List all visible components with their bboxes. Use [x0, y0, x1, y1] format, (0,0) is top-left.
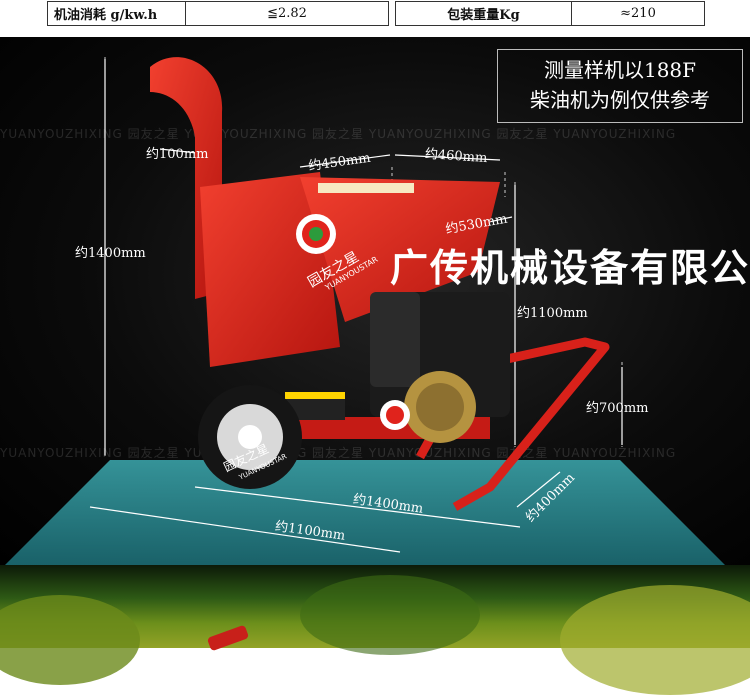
product-photo-panel: YUANYOUZHIXING 园友之星 YUANYOUZHIXING 园友之星 … [0, 37, 750, 565]
spec-value-oil-consumption: ≦2.82 [185, 1, 389, 26]
dim-engine-height: 约1100mm [517, 306, 588, 321]
spec-row: 机油消耗 g/kw.h ≦2.82 包装重量Kg ≈210 [47, 1, 705, 26]
spec-value-package-weight: ≈210 [571, 1, 705, 26]
floor-platform [5, 460, 725, 565]
company-name: 广传机械设备有限公司 [390, 246, 750, 290]
reference-notice: 测量样机以188F 柴油机为例仅供参考 [497, 49, 743, 123]
notice-line-1: 测量样机以188F [543, 58, 697, 82]
dim-chute-width: 约100mm [146, 147, 209, 162]
spec-label-package-weight: 包装重量Kg [395, 1, 572, 26]
notice-line-2: 柴油机为例仅供参考 [530, 88, 710, 112]
spec-table: 机油消耗 g/kw.h ≦2.82 包装重量Kg ≈210 [0, 0, 750, 34]
foliage-banner [0, 565, 750, 695]
spec-label-oil-consumption: 机油消耗 g/kw.h [47, 1, 186, 26]
dim-total-height: 约1400mm [75, 246, 146, 261]
machine-chute-peek [206, 624, 250, 652]
hopper-label-plate [318, 183, 414, 193]
dim-handle-height: 约700mm [586, 401, 649, 416]
